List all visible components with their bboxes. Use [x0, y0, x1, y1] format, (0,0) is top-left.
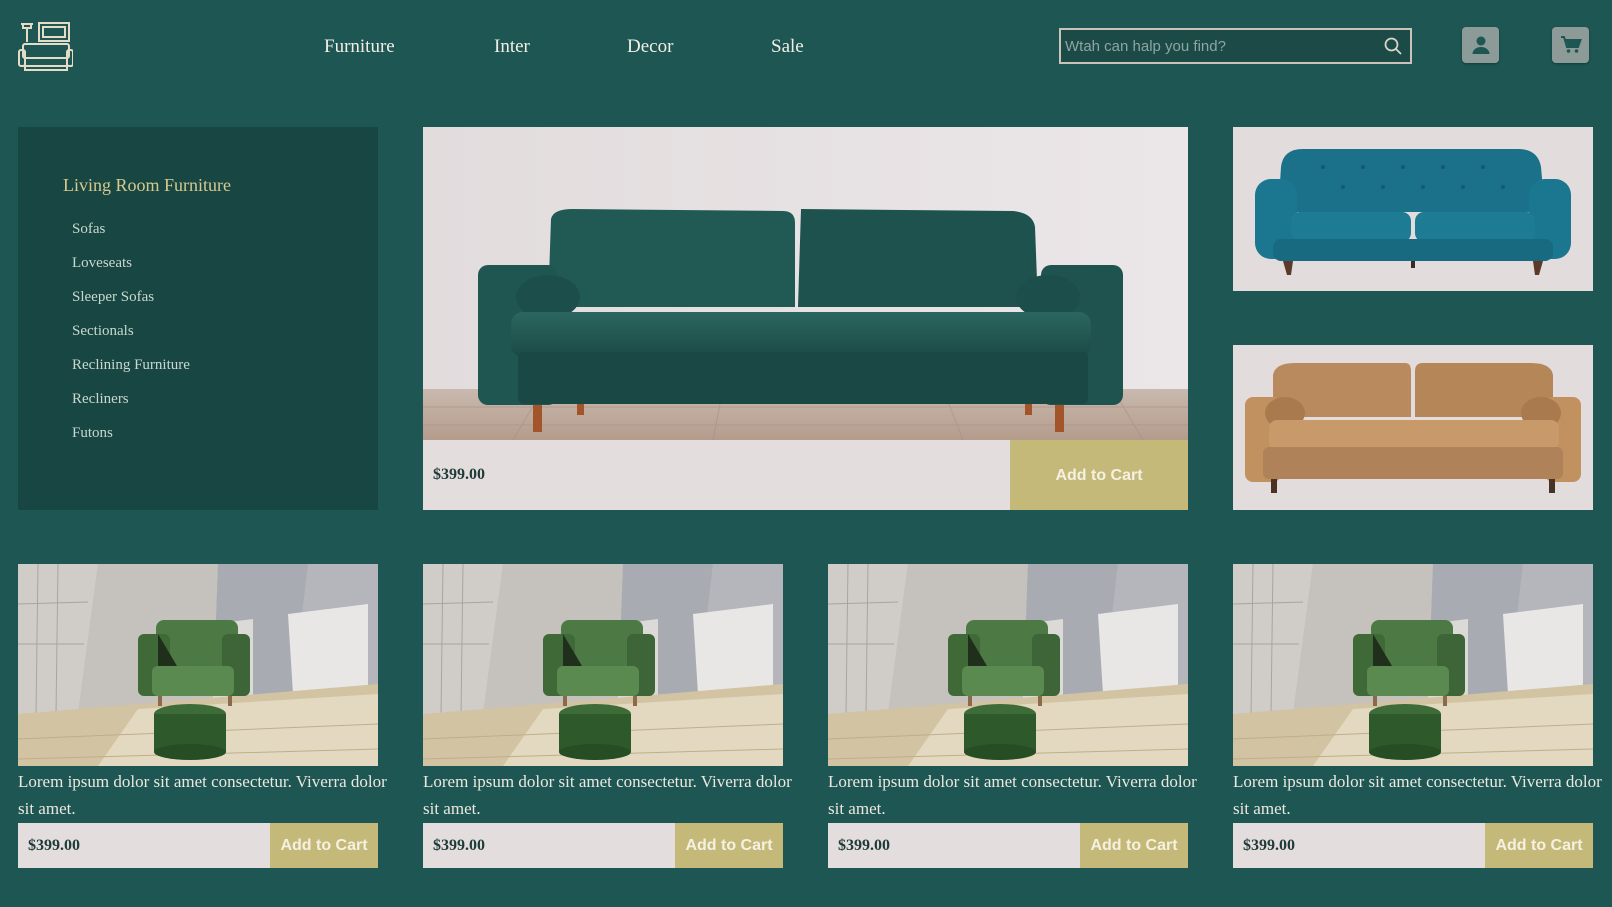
search-bar [1059, 28, 1412, 64]
account-button[interactable] [1462, 27, 1499, 63]
product-price-bar: $399.00 Add to Cart [828, 823, 1188, 868]
user-icon [1472, 36, 1489, 54]
product-description: Lorem ipsum dolor sit amet consectetur. … [18, 772, 387, 818]
blue-sofa-image[interactable] [1233, 127, 1593, 291]
search-icon[interactable] [1376, 30, 1410, 62]
sidebar-item-sleeper-sofas[interactable]: Sleeper Sofas [72, 289, 190, 323]
featured-price-bar: $399.00 Add to Cart [423, 440, 1188, 510]
sidebar-item-recliners[interactable]: Recliners [72, 391, 190, 425]
add-to-cart-button[interactable]: Add to Cart [270, 823, 378, 868]
product-image[interactable] [423, 564, 783, 766]
category-list: Sofas Loveseats Sleeper Sofas Sectionals… [72, 221, 190, 459]
tan-leather-sofa-image[interactable] [1233, 345, 1593, 510]
add-to-cart-button[interactable]: Add to Cart [675, 823, 783, 868]
product-price-bar: $399.00 Add to Cart [423, 823, 783, 868]
product-description: Lorem ipsum dolor sit amet consectetur. … [828, 772, 1197, 818]
sidebar-title: Living Room Furniture [63, 175, 231, 195]
product-description: Lorem ipsum dolor sit amet consectetur. … [1233, 772, 1602, 818]
cart-button[interactable] [1552, 27, 1589, 63]
product-price-bar: $399.00 Add to Cart [1233, 823, 1593, 868]
nav-link-decor[interactable]: Decor [627, 36, 673, 58]
product-price: $399.00 [28, 836, 80, 854]
product-price: $399.00 [838, 836, 890, 854]
nav-link-inter[interactable]: Inter [494, 36, 530, 58]
nav-link-furniture[interactable]: Furniture [324, 36, 395, 58]
cart-icon [1560, 36, 1582, 53]
sidebar-item-sofas[interactable]: Sofas [72, 221, 190, 255]
product-image[interactable] [828, 564, 1188, 766]
sidebar-item-loveseats[interactable]: Loveseats [72, 255, 190, 289]
add-to-cart-button[interactable]: Add to Cart [1080, 823, 1188, 868]
add-to-cart-button[interactable]: Add to Cart [1485, 823, 1593, 868]
sidebar-item-reclining-furniture[interactable]: Reclining Furniture [72, 357, 190, 391]
product-image[interactable] [1233, 564, 1593, 766]
product-price: $399.00 [1243, 836, 1295, 854]
sidebar-item-sectionals[interactable]: Sectionals [72, 323, 190, 357]
category-sidebar: Living Room Furniture Sofas Loveseats Sl… [18, 127, 378, 510]
featured-add-to-cart-button[interactable]: Add to Cart [1010, 440, 1188, 510]
product-image[interactable] [18, 564, 378, 766]
search-input[interactable] [1061, 30, 1376, 62]
product-description: Lorem ipsum dolor sit amet consectetur. … [423, 772, 792, 818]
logo-icon[interactable] [17, 20, 74, 72]
sidebar-item-futons[interactable]: Futons [72, 425, 190, 459]
featured-price: $399.00 [433, 466, 485, 483]
product-price: $399.00 [433, 836, 485, 854]
nav-link-sale[interactable]: Sale [771, 36, 804, 58]
featured-sofa-image[interactable] [423, 127, 1188, 440]
product-price-bar: $399.00 Add to Cart [18, 823, 378, 868]
